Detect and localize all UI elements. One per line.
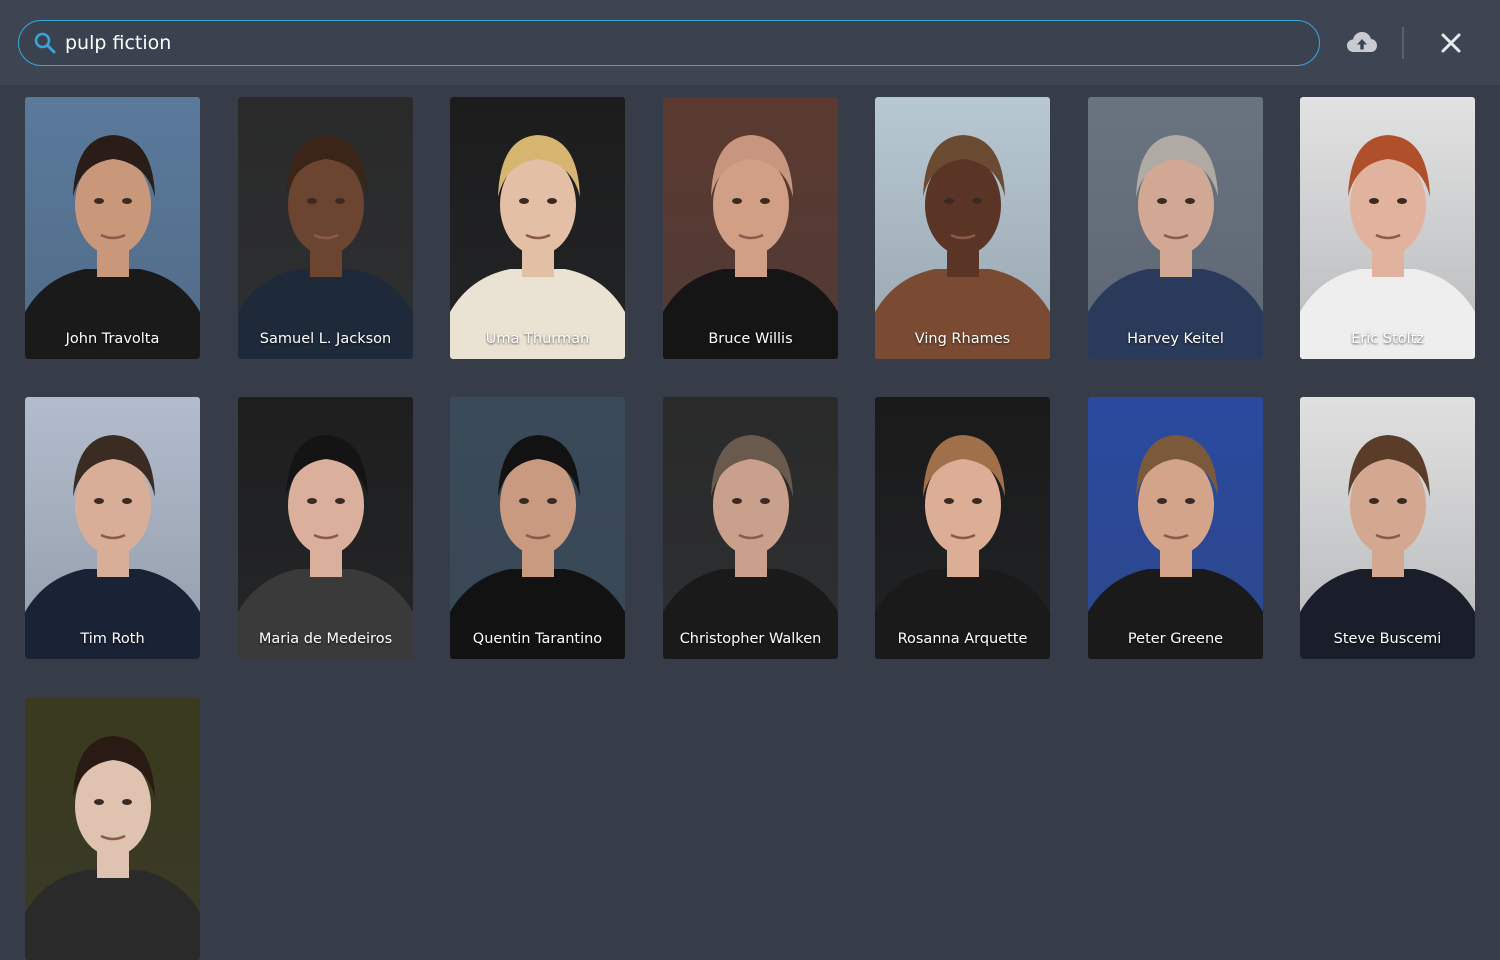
cast-photo: [1300, 97, 1475, 359]
cast-photo: [238, 397, 413, 659]
cast-name: Eric Stoltz: [1351, 331, 1424, 347]
cast-name: John Travolta: [65, 331, 160, 347]
cast-card[interactable]: John Travolta: [25, 97, 200, 359]
cast-photo: [25, 97, 200, 359]
search-box[interactable]: [18, 20, 1320, 66]
cast-photo: [1088, 397, 1263, 659]
cast-name: Christopher Walken: [679, 631, 822, 647]
cast-card[interactable]: Steve Buscemi: [1300, 397, 1475, 659]
cast-name: Harvey Keitel: [1127, 331, 1224, 347]
cast-card[interactable]: Bruce Willis: [663, 97, 838, 359]
cast-name: Tim Roth: [80, 631, 145, 647]
cast-photo: [238, 97, 413, 359]
cloud-upload-icon[interactable]: [1346, 30, 1378, 56]
cast-name: Peter Greene: [1127, 631, 1224, 647]
cast-photo: [25, 698, 200, 960]
cast-name: Ving Rhames: [914, 331, 1011, 347]
cast-card[interactable]: Quentin Tarantino: [450, 397, 625, 659]
cast-photo: [663, 97, 838, 359]
cast-card[interactable]: Uma Thurman: [450, 97, 625, 359]
cast-photo: [1300, 397, 1475, 659]
cast-name: Quentin Tarantino: [472, 631, 603, 647]
cast-name: Steve Buscemi: [1333, 631, 1442, 647]
cast-card[interactable]: Tim Roth: [25, 397, 200, 659]
cast-card[interactable]: Eric Stoltz: [1300, 97, 1475, 359]
cast-name: Uma Thurman: [485, 331, 590, 347]
cast-photo: [450, 97, 625, 359]
search-icon: [34, 32, 56, 54]
cast-card[interactable]: Maria de Medeiros: [238, 397, 413, 659]
cast-card[interactable]: Peter Greene: [1088, 397, 1263, 659]
cast-name: Samuel L. Jackson: [259, 331, 392, 347]
cast-name: Bruce Willis: [708, 331, 793, 347]
top-bar: [0, 0, 1500, 85]
cast-photo: [1088, 97, 1263, 359]
cast-card[interactable]: Christopher Walken: [663, 397, 838, 659]
cast-photo: [663, 397, 838, 659]
cast-card[interactable]: Samuel L. Jackson: [238, 97, 413, 359]
cast-photo: [875, 397, 1050, 659]
cast-card[interactable]: [25, 698, 200, 960]
search-input[interactable]: [65, 21, 1265, 65]
cast-photo: [25, 397, 200, 659]
cast-name: Maria de Medeiros: [258, 631, 393, 647]
cast-photo: [450, 397, 625, 659]
close-icon[interactable]: [1437, 29, 1465, 57]
cast-card[interactable]: Rosanna Arquette: [875, 397, 1050, 659]
toolbar-divider: [1402, 27, 1404, 59]
cast-card[interactable]: Harvey Keitel: [1088, 97, 1263, 359]
cast-photo: [875, 97, 1050, 359]
cast-name: Rosanna Arquette: [897, 631, 1028, 647]
cast-card[interactable]: Ving Rhames: [875, 97, 1050, 359]
